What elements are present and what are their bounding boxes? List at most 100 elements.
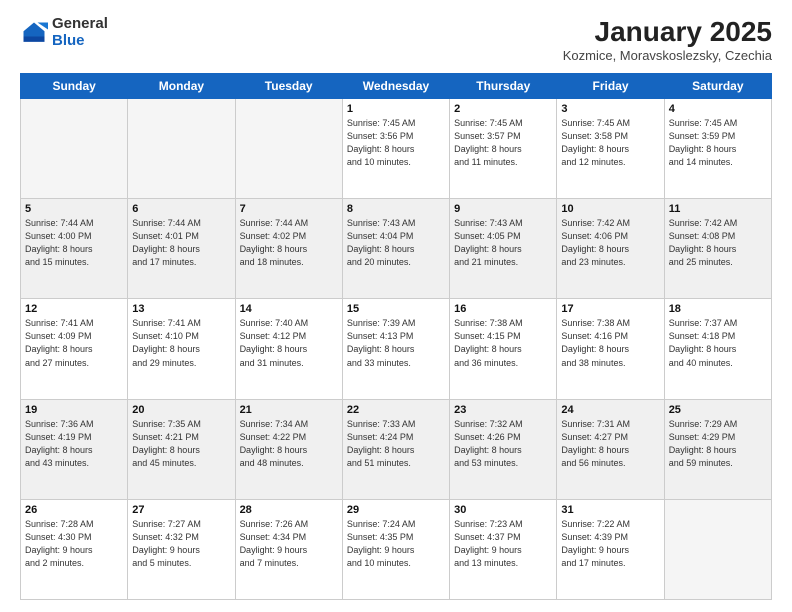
- table-cell: 15Sunrise: 7:39 AMSunset: 4:13 PMDayligh…: [342, 299, 449, 399]
- day-info: Sunrise: 7:24 AMSunset: 4:35 PMDaylight:…: [347, 518, 445, 570]
- table-cell: 30 Sunrise: 7:23 AMSunset: 4:37 PMDayligh…: [450, 499, 557, 599]
- day-info: Sunrise: 7:45 AMSunset: 3:57 PMDaylight:…: [454, 117, 552, 169]
- day-number: 16: [454, 303, 552, 315]
- table-cell: 17Sunrise: 7:38 AMSunset: 4:16 PMDayligh…: [557, 299, 664, 399]
- table-cell: 26 Sunrise: 7:28 AMSunset: 4:30 PMDayligh…: [21, 499, 128, 599]
- logo-text: General Blue: [52, 16, 108, 49]
- day-info: Sunrise: 7:44 AMSunset: 4:00 PMDaylight:…: [25, 217, 123, 269]
- table-cell: 7 Sunrise: 7:44 AMSunset: 4:02 PMDaylight…: [235, 199, 342, 299]
- col-tuesday: Tuesday: [235, 74, 342, 99]
- day-number: 26: [25, 504, 123, 516]
- table-cell: 10 Sunrise: 7:42 AMSunset: 4:06 PMDayligh…: [557, 199, 664, 299]
- logo-icon: [20, 19, 48, 47]
- table-cell: 25 Sunrise: 7:29 AMSunset: 4:29 PMDayligh…: [664, 399, 771, 499]
- logo-general-text: General: [52, 16, 108, 33]
- table-cell: 2 Sunrise: 7:45 AMSunset: 3:57 PMDaylight…: [450, 99, 557, 199]
- day-number: 18: [669, 303, 767, 315]
- day-number: 10: [561, 203, 659, 215]
- day-number: 19: [25, 404, 123, 416]
- logo-blue-text: Blue: [52, 33, 108, 50]
- day-number: 31: [561, 504, 659, 516]
- day-number: 20: [132, 404, 230, 416]
- table-cell: [664, 499, 771, 599]
- col-saturday: Saturday: [664, 74, 771, 99]
- day-number: 30: [454, 504, 552, 516]
- day-number: 6: [132, 203, 230, 215]
- day-info: Sunrise: 7:23 AMSunset: 4:37 PMDaylight:…: [454, 518, 552, 570]
- table-cell: 29 Sunrise: 7:24 AMSunset: 4:35 PMDayligh…: [342, 499, 449, 599]
- day-info: Sunrise: 7:40 AMSunset: 4:12 PMDaylight:…: [240, 317, 338, 369]
- day-info: Sunrise: 7:27 AMSunset: 4:32 PMDaylight:…: [132, 518, 230, 570]
- day-info: Sunrise: 7:28 AMSunset: 4:30 PMDaylight:…: [25, 518, 123, 570]
- day-info: Sunrise: 7:43 AMSunset: 4:05 PMDaylight:…: [454, 217, 552, 269]
- table-cell: 22 Sunrise: 7:33 AMSunset: 4:24 PMDayligh…: [342, 399, 449, 499]
- table-cell: 19 Sunrise: 7:36 AMSunset: 4:19 PMDayligh…: [21, 399, 128, 499]
- day-info: Sunrise: 7:37 AMSunset: 4:18 PMDaylight:…: [669, 317, 767, 369]
- day-number: 5: [25, 203, 123, 215]
- table-cell: 4Sunrise: 7:45 AMSunset: 3:59 PMDaylight…: [664, 99, 771, 199]
- day-info: Sunrise: 7:45 AMSunset: 3:59 PMDaylight:…: [669, 117, 767, 169]
- day-number: 21: [240, 404, 338, 416]
- day-number: 13: [132, 303, 230, 315]
- table-cell: 9 Sunrise: 7:43 AMSunset: 4:05 PMDaylight…: [450, 199, 557, 299]
- table-cell: 28Sunrise: 7:26 AMSunset: 4:34 PMDayligh…: [235, 499, 342, 599]
- calendar-week-5: 26 Sunrise: 7:28 AMSunset: 4:30 PMDayligh…: [21, 499, 772, 599]
- day-info: Sunrise: 7:29 AMSunset: 4:29 PMDaylight:…: [669, 418, 767, 470]
- day-info: Sunrise: 7:39 AMSunset: 4:13 PMDaylight:…: [347, 317, 445, 369]
- calendar-table: Sunday Monday Tuesday Wednesday Thursday…: [20, 73, 772, 600]
- table-cell: 23 Sunrise: 7:32 AMSunset: 4:26 PMDayligh…: [450, 399, 557, 499]
- day-info: Sunrise: 7:41 AMSunset: 4:10 PMDaylight:…: [132, 317, 230, 369]
- col-wednesday: Wednesday: [342, 74, 449, 99]
- day-number: 12: [25, 303, 123, 315]
- title-area: January 2025 Kozmice, Moravskoslezsky, C…: [563, 16, 772, 63]
- table-cell: [128, 99, 235, 199]
- col-sunday: Sunday: [21, 74, 128, 99]
- day-info: Sunrise: 7:34 AMSunset: 4:22 PMDaylight:…: [240, 418, 338, 470]
- table-cell: [235, 99, 342, 199]
- day-number: 9: [454, 203, 552, 215]
- day-number: 22: [347, 404, 445, 416]
- day-info: Sunrise: 7:44 AMSunset: 4:02 PMDaylight:…: [240, 217, 338, 269]
- location-subtitle: Kozmice, Moravskoslezsky, Czechia: [563, 48, 772, 63]
- day-number: 1: [347, 103, 445, 115]
- day-info: Sunrise: 7:45 AMSunset: 3:56 PMDaylight:…: [347, 117, 445, 169]
- day-number: 29: [347, 504, 445, 516]
- day-info: Sunrise: 7:42 AMSunset: 4:08 PMDaylight:…: [669, 217, 767, 269]
- calendar-week-4: 19 Sunrise: 7:36 AMSunset: 4:19 PMDayligh…: [21, 399, 772, 499]
- day-number: 28: [240, 504, 338, 516]
- table-cell: 5 Sunrise: 7:44 AMSunset: 4:00 PMDaylight…: [21, 199, 128, 299]
- day-info: Sunrise: 7:38 AMSunset: 4:15 PMDaylight:…: [454, 317, 552, 369]
- header: General Blue January 2025 Kozmice, Morav…: [20, 16, 772, 63]
- table-cell: 11 Sunrise: 7:42 AMSunset: 4:08 PMDayligh…: [664, 199, 771, 299]
- table-cell: 1 Sunrise: 7:45 AMSunset: 3:56 PMDaylight…: [342, 99, 449, 199]
- calendar-week-2: 5 Sunrise: 7:44 AMSunset: 4:00 PMDaylight…: [21, 199, 772, 299]
- calendar-week-1: 1 Sunrise: 7:45 AMSunset: 3:56 PMDaylight…: [21, 99, 772, 199]
- day-number: 7: [240, 203, 338, 215]
- table-cell: 18 Sunrise: 7:37 AMSunset: 4:18 PMDayligh…: [664, 299, 771, 399]
- day-info: Sunrise: 7:41 AMSunset: 4:09 PMDaylight:…: [25, 317, 123, 369]
- col-monday: Monday: [128, 74, 235, 99]
- table-cell: 8Sunrise: 7:43 AMSunset: 4:04 PMDaylight…: [342, 199, 449, 299]
- table-cell: 3Sunrise: 7:45 AMSunset: 3:58 PMDaylight…: [557, 99, 664, 199]
- table-cell: 24Sunrise: 7:31 AMSunset: 4:27 PMDayligh…: [557, 399, 664, 499]
- page: General Blue January 2025 Kozmice, Morav…: [0, 0, 792, 612]
- day-number: 14: [240, 303, 338, 315]
- day-number: 23: [454, 404, 552, 416]
- table-cell: 21 Sunrise: 7:34 AMSunset: 4:22 PMDayligh…: [235, 399, 342, 499]
- day-number: 25: [669, 404, 767, 416]
- table-cell: 12 Sunrise: 7:41 AMSunset: 4:09 PMDayligh…: [21, 299, 128, 399]
- table-cell: [21, 99, 128, 199]
- day-info: Sunrise: 7:32 AMSunset: 4:26 PMDaylight:…: [454, 418, 552, 470]
- day-info: Sunrise: 7:31 AMSunset: 4:27 PMDaylight:…: [561, 418, 659, 470]
- day-number: 11: [669, 203, 767, 215]
- day-info: Sunrise: 7:36 AMSunset: 4:19 PMDaylight:…: [25, 418, 123, 470]
- calendar-header-row: Sunday Monday Tuesday Wednesday Thursday…: [21, 74, 772, 99]
- day-info: Sunrise: 7:33 AMSunset: 4:24 PMDaylight:…: [347, 418, 445, 470]
- day-info: Sunrise: 7:43 AMSunset: 4:04 PMDaylight:…: [347, 217, 445, 269]
- day-number: 17: [561, 303, 659, 315]
- day-info: Sunrise: 7:42 AMSunset: 4:06 PMDaylight:…: [561, 217, 659, 269]
- table-cell: 14 Sunrise: 7:40 AMSunset: 4:12 PMDayligh…: [235, 299, 342, 399]
- table-cell: 13 Sunrise: 7:41 AMSunset: 4:10 PMDayligh…: [128, 299, 235, 399]
- day-number: 2: [454, 103, 552, 115]
- col-friday: Friday: [557, 74, 664, 99]
